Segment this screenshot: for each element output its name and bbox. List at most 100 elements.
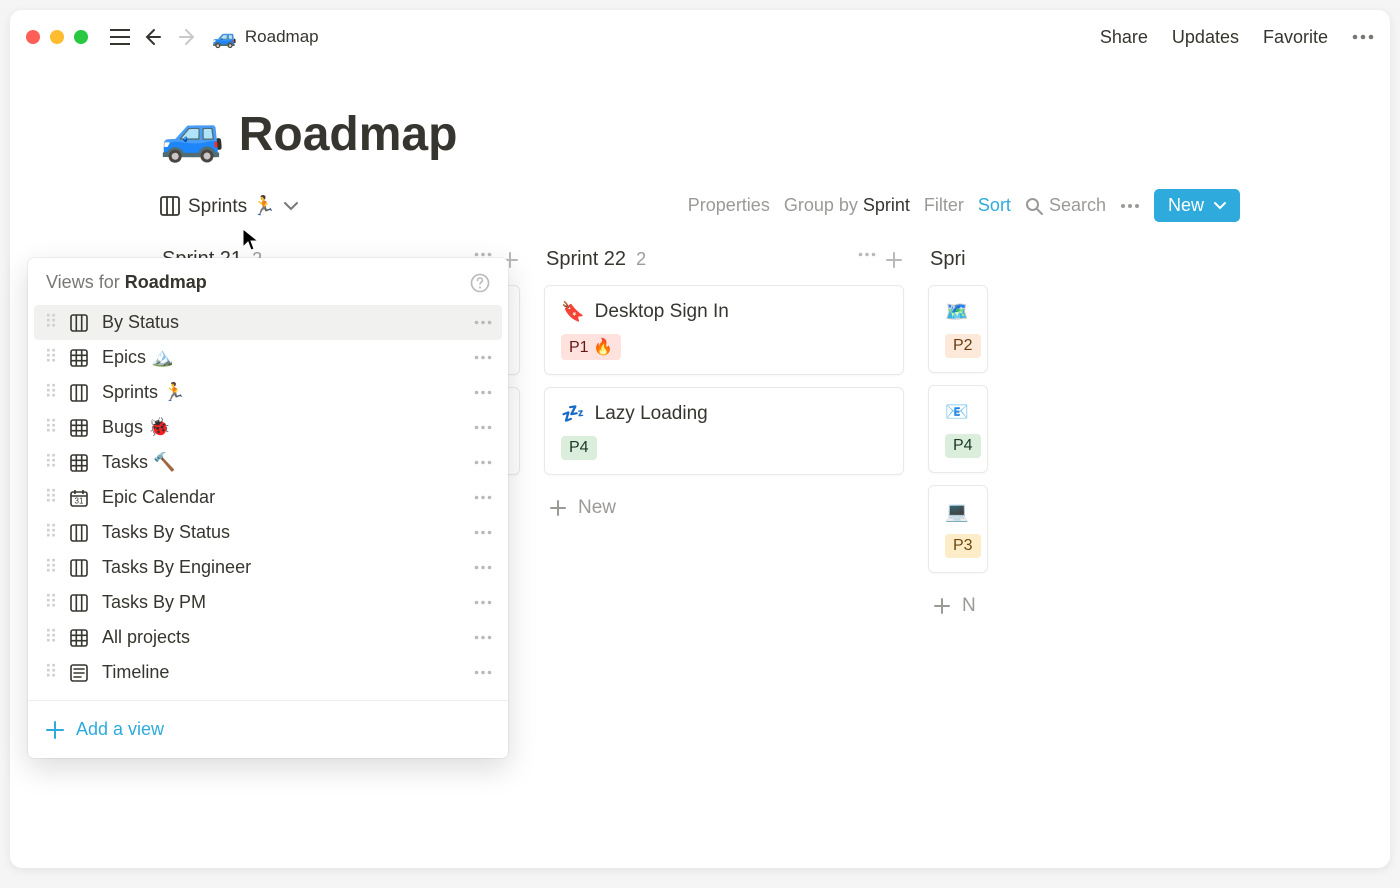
view-option[interactable]: ⠿Timeline: [34, 655, 502, 690]
board-card[interactable]: 📧P4: [928, 385, 988, 473]
page-more-button[interactable]: [1352, 34, 1374, 40]
filter-button[interactable]: Filter: [924, 195, 964, 216]
board-card[interactable]: 💻P3: [928, 485, 988, 573]
column-add-button[interactable]: [886, 252, 902, 268]
view-option-more-button[interactable]: [474, 390, 492, 395]
drag-handle-icon[interactable]: ⠿: [44, 557, 58, 578]
view-option[interactable]: ⠿Tasks 🔨: [34, 445, 502, 480]
view-option-more-button[interactable]: [474, 565, 492, 570]
share-button[interactable]: Share: [1100, 27, 1148, 48]
more-horizontal-icon: [474, 252, 492, 257]
view-option[interactable]: ⠿By Status: [34, 305, 502, 340]
drag-handle-icon[interactable]: ⠿: [44, 312, 58, 333]
priority-tag: P3: [945, 534, 981, 558]
view-option[interactable]: ⠿ Bugs 🐞: [34, 410, 502, 445]
add-view-label: Add a view: [76, 719, 164, 740]
view-option[interactable]: ⠿ 31 Epic Calendar: [34, 480, 502, 515]
views-popover-prefix: Views for: [46, 272, 120, 292]
more-horizontal-icon: [474, 390, 492, 395]
favorite-button[interactable]: Favorite: [1263, 27, 1328, 48]
more-horizontal-icon: [474, 635, 492, 640]
drag-handle-icon[interactable]: ⠿: [44, 627, 58, 648]
hamburger-menu-button[interactable]: [104, 21, 136, 53]
board-card[interactable]: 💤Lazy LoadingP4: [544, 387, 904, 475]
card-emoji: 🔖: [561, 300, 585, 324]
column-header: Sprint 222: [544, 244, 904, 285]
view-option[interactable]: ⠿Tasks By Engineer: [34, 550, 502, 585]
view-option-more-button[interactable]: [474, 355, 492, 360]
toolbar-more-button[interactable]: [1120, 203, 1140, 209]
view-option-more-button[interactable]: [474, 460, 492, 465]
column-title[interactable]: Spri: [930, 248, 966, 271]
drag-handle-icon[interactable]: ⠿: [44, 522, 58, 543]
add-view-button[interactable]: Add a view: [28, 709, 508, 754]
search-icon: [1025, 197, 1043, 215]
column-title[interactable]: Sprint 22: [546, 248, 626, 271]
view-option-label: Epic Calendar: [102, 487, 215, 508]
drag-handle-icon[interactable]: ⠿: [44, 417, 58, 438]
search-placeholder: Search: [1049, 195, 1106, 216]
properties-button[interactable]: Properties: [688, 195, 770, 216]
page-title[interactable]: Roadmap: [239, 107, 458, 162]
more-horizontal-icon: [858, 252, 876, 257]
add-card-button[interactable]: New: [544, 487, 904, 529]
more-horizontal-icon: [474, 425, 492, 430]
new-button[interactable]: New: [1154, 189, 1240, 222]
window-controls: [26, 30, 88, 44]
plus-icon: [550, 500, 566, 516]
minimize-window-button[interactable]: [50, 30, 64, 44]
new-button-label: New: [1168, 195, 1204, 216]
view-switcher[interactable]: Sprints 🏃: [160, 194, 298, 218]
priority-tag: P4: [945, 434, 981, 458]
view-option[interactable]: ⠿All projects: [34, 620, 502, 655]
breadcrumb-title: Roadmap: [245, 27, 319, 47]
board-column: Sprint 222 🔖 Desktop Sign In P1 🔥 💤Lazy Load…: [544, 244, 904, 868]
card-title-text: Lazy Loading: [595, 403, 708, 425]
view-option-label: Bugs 🐞: [102, 417, 170, 438]
priority-tag: P1 🔥: [561, 334, 621, 360]
column-more-button[interactable]: [858, 252, 876, 268]
board-view-icon: [70, 559, 90, 577]
drag-handle-icon[interactable]: ⠿: [44, 347, 58, 368]
table-view-icon: [70, 419, 90, 437]
sort-button[interactable]: Sort: [978, 195, 1011, 216]
view-option[interactable]: ⠿Tasks By PM: [34, 585, 502, 620]
chevron-down-icon: [1214, 202, 1226, 210]
drag-handle-icon[interactable]: ⠿: [44, 487, 58, 508]
view-option-more-button[interactable]: [474, 495, 492, 500]
add-card-button[interactable]: N: [928, 585, 988, 627]
drag-handle-icon[interactable]: ⠿: [44, 662, 58, 683]
more-horizontal-icon: [1120, 203, 1140, 209]
page-emoji[interactable]: 🚙: [160, 104, 225, 165]
view-option-more-button[interactable]: [474, 425, 492, 430]
board-card[interactable]: 🔖 Desktop Sign In P1 🔥: [544, 285, 904, 375]
drag-handle-icon[interactable]: ⠿: [44, 382, 58, 403]
view-option[interactable]: ⠿Tasks By Status: [34, 515, 502, 550]
drag-handle-icon[interactable]: ⠿: [44, 592, 58, 613]
svg-text:31: 31: [75, 496, 84, 505]
close-window-button[interactable]: [26, 30, 40, 44]
search-button[interactable]: Search: [1025, 195, 1106, 216]
views-help-button[interactable]: [470, 273, 490, 293]
more-horizontal-icon: [474, 460, 492, 465]
card-title-text: Desktop Sign In: [595, 301, 729, 323]
view-option[interactable]: ⠿Epics 🏔️: [34, 340, 502, 375]
board-card[interactable]: 🗺️P2: [928, 285, 988, 373]
view-option-more-button[interactable]: [474, 670, 492, 675]
nav-back-button[interactable]: [136, 21, 168, 53]
view-option[interactable]: ⠿Sprints 🏃: [34, 375, 502, 410]
views-popover-header: Views for Roadmap: [28, 258, 508, 303]
view-option-more-button[interactable]: [474, 320, 492, 325]
column-header: Spri: [928, 244, 988, 285]
drag-handle-icon[interactable]: ⠿: [44, 452, 58, 473]
group-by-button[interactable]: Group by Sprint: [784, 195, 910, 216]
nav-forward-button[interactable]: [172, 21, 204, 53]
maximize-window-button[interactable]: [74, 30, 88, 44]
more-horizontal-icon: [474, 355, 492, 360]
chevron-down-icon: [284, 201, 298, 211]
view-option-more-button[interactable]: [474, 635, 492, 640]
updates-button[interactable]: Updates: [1172, 27, 1239, 48]
view-option-more-button[interactable]: [474, 530, 492, 535]
view-option-more-button[interactable]: [474, 600, 492, 605]
breadcrumb[interactable]: 🚙 Roadmap: [212, 25, 319, 50]
